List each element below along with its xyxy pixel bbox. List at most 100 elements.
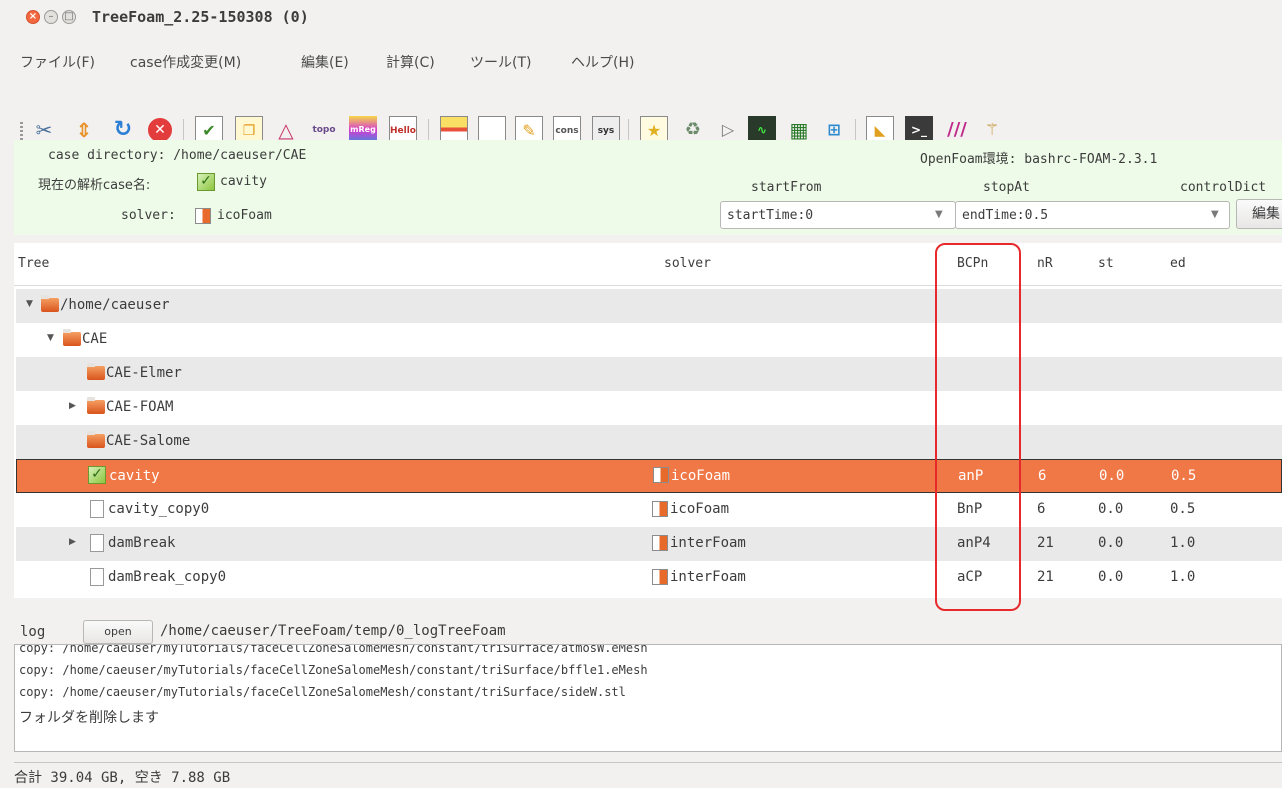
case-check-icon: ✓ bbox=[197, 173, 215, 191]
stop-at-value: endTime:0.5 bbox=[962, 208, 1049, 223]
solver-name: icoFoam bbox=[217, 208, 272, 223]
maximize-window-button[interactable]: □ bbox=[62, 10, 76, 24]
row-ed: 0.5 bbox=[1171, 468, 1197, 484]
row-nr: 21 bbox=[1037, 569, 1054, 585]
control-dict-label: controlDict bbox=[1180, 180, 1267, 195]
expand-arrow-icon[interactable]: ▼ bbox=[47, 333, 54, 343]
log-output[interactable]: copy: /home/caeuser/myTutorials/faceCell… bbox=[14, 644, 1282, 752]
row-nr: 6 bbox=[1038, 468, 1047, 484]
openfoam-env-label: OpenFoam環境: bashrc-FOAM-2.3.1 bbox=[920, 152, 1158, 167]
menu-help[interactable]: ヘルプ(H) bbox=[571, 52, 634, 72]
status-bar: 合計 39.04 GB, 空き 7.88 GB bbox=[14, 762, 1282, 788]
row-st: 0.0 bbox=[1098, 569, 1124, 585]
stop-at-select[interactable]: endTime:0.5 ▼ bbox=[955, 201, 1230, 229]
solver-app-icon bbox=[652, 569, 668, 585]
start-from-label: startFrom bbox=[751, 180, 822, 195]
column-header-st[interactable]: st bbox=[1098, 256, 1114, 271]
tree-row-home-caeuser[interactable]: ▼ /home/caeuser bbox=[16, 289, 1282, 323]
current-case-name: cavity bbox=[220, 174, 267, 189]
row-st: 0.0 bbox=[1098, 535, 1124, 551]
folder-icon bbox=[87, 431, 105, 448]
close-window-button[interactable]: × bbox=[26, 10, 40, 24]
solver-app-icon bbox=[653, 467, 669, 483]
row-solver: icoFoam bbox=[670, 501, 730, 517]
open-log-button[interactable]: open bbox=[83, 620, 153, 644]
row-solver: icoFoam bbox=[671, 468, 731, 484]
tree-row-cae[interactable]: ▼ CAE bbox=[16, 323, 1282, 357]
row-name: CAE-Elmer bbox=[106, 365, 182, 381]
column-header-ed[interactable]: ed bbox=[1170, 256, 1186, 271]
tree-row-dambreak-copy0[interactable]: damBreak_copy0 interFoam aCP 21 0.0 1.0 bbox=[16, 561, 1282, 595]
case-info-panel: case directory: /home/caeuser/CAE OpenFo… bbox=[14, 140, 1282, 235]
folder-icon bbox=[87, 397, 105, 414]
window-title: TreeFoam_2.25-150308 (0) bbox=[92, 8, 309, 26]
row-name: damBreak bbox=[108, 535, 176, 551]
column-header-solver[interactable]: solver bbox=[664, 256, 711, 271]
solver-app-icon bbox=[195, 208, 211, 224]
row-name: /home/caeuser bbox=[60, 297, 170, 313]
row-solver: interFoam bbox=[670, 569, 746, 585]
log-label: log bbox=[20, 624, 46, 640]
chevron-down-icon: ▼ bbox=[1211, 209, 1219, 220]
row-ed: 0.5 bbox=[1170, 501, 1196, 517]
file-icon bbox=[90, 568, 104, 586]
minimize-window-button[interactable]: – bbox=[44, 10, 58, 24]
tree-header: Tree solver BCPn nR st ed bbox=[14, 243, 1282, 286]
disk-status-text: 合計 39.04 GB, 空き 7.88 GB bbox=[14, 770, 231, 786]
folder-icon bbox=[63, 329, 81, 346]
row-name: cavity_copy0 bbox=[108, 501, 210, 517]
expand-arrow-icon[interactable]: ▶ bbox=[69, 401, 76, 411]
title-bar: × – □ TreeFoam_2.25-150308 (0) bbox=[0, 0, 1282, 34]
case-check-icon: ✓ bbox=[88, 466, 106, 484]
row-nr: 6 bbox=[1037, 501, 1046, 517]
menu-file[interactable]: ファイル(F) bbox=[20, 52, 95, 72]
log-line: copy: /home/caeuser/myTutorials/faceCell… bbox=[19, 663, 648, 677]
expand-arrow-icon[interactable]: ▼ bbox=[26, 299, 33, 309]
tree-row-cavity-copy0[interactable]: cavity_copy0 icoFoam BnP 6 0.0 0.5 bbox=[16, 493, 1282, 527]
log-line: copy: /home/caeuser/myTutorials/faceCell… bbox=[19, 685, 626, 699]
file-icon bbox=[90, 534, 104, 552]
case-tree-table: Tree solver BCPn nR st ed ▼ /home/caeuse… bbox=[14, 243, 1282, 598]
menu-tools[interactable]: ツール(T) bbox=[470, 52, 531, 72]
expand-arrow-icon[interactable]: ▶ bbox=[69, 537, 76, 547]
row-name: CAE-FOAM bbox=[106, 399, 174, 415]
stop-icon[interactable]: ✕ bbox=[148, 118, 172, 142]
start-from-value: startTime:0 bbox=[727, 208, 814, 223]
solver-app-icon bbox=[652, 535, 668, 551]
folder-icon bbox=[41, 295, 59, 312]
row-ed: 1.0 bbox=[1170, 569, 1196, 585]
solver-label: solver: bbox=[121, 208, 176, 223]
menu-edit[interactable]: 編集(E) bbox=[301, 52, 349, 72]
edit-control-dict-button[interactable]: 編集 bbox=[1236, 199, 1282, 229]
solver-app-icon bbox=[652, 501, 668, 517]
current-case-label: 現在の解析case名: bbox=[38, 178, 151, 193]
menu-case[interactable]: case作成変更(M) bbox=[130, 52, 241, 72]
bcpn-highlight-box bbox=[935, 243, 1021, 611]
menu-calc[interactable]: 計算(C) bbox=[386, 52, 435, 72]
row-name: damBreak_copy0 bbox=[108, 569, 227, 585]
start-from-select[interactable]: startTime:0 ▼ bbox=[720, 201, 956, 229]
row-st: 0.0 bbox=[1099, 468, 1125, 484]
file-icon bbox=[90, 500, 104, 518]
stop-at-label: stopAt bbox=[983, 180, 1030, 195]
column-header-tree[interactable]: Tree bbox=[18, 256, 49, 271]
tree-row-cae-foam[interactable]: ▶ CAE-FOAM bbox=[16, 391, 1282, 425]
tree-row-dambreak[interactable]: ▶ damBreak interFoam anP4 21 0.0 1.0 bbox=[16, 527, 1282, 561]
row-ed: 1.0 bbox=[1170, 535, 1196, 551]
row-st: 0.0 bbox=[1098, 501, 1124, 517]
tree-row-cae-salome[interactable]: CAE-Salome bbox=[16, 425, 1282, 459]
log-line: copy: /home/caeuser/myTutorials/faceCell… bbox=[19, 644, 648, 655]
chevron-down-icon: ▼ bbox=[935, 209, 943, 220]
tree-row-cae-elmer[interactable]: CAE-Elmer bbox=[16, 357, 1282, 391]
folder-icon bbox=[87, 363, 105, 380]
tree-row-cavity[interactable]: ✓ cavity icoFoam anP 6 0.0 0.5 bbox=[16, 459, 1282, 493]
column-header-nr[interactable]: nR bbox=[1037, 256, 1053, 271]
log-line: フォルダを削除します bbox=[19, 710, 159, 726]
log-bar: log open /home/caeuser/TreeFoam/temp/0_l… bbox=[0, 616, 1282, 646]
row-name: CAE bbox=[82, 331, 108, 347]
row-solver: interFoam bbox=[670, 535, 746, 551]
row-name: CAE-Salome bbox=[106, 433, 191, 449]
row-nr: 21 bbox=[1037, 535, 1054, 551]
log-path: /home/caeuser/TreeFoam/temp/0_logTreeFoa… bbox=[160, 623, 506, 639]
row-name: cavity bbox=[109, 468, 160, 484]
